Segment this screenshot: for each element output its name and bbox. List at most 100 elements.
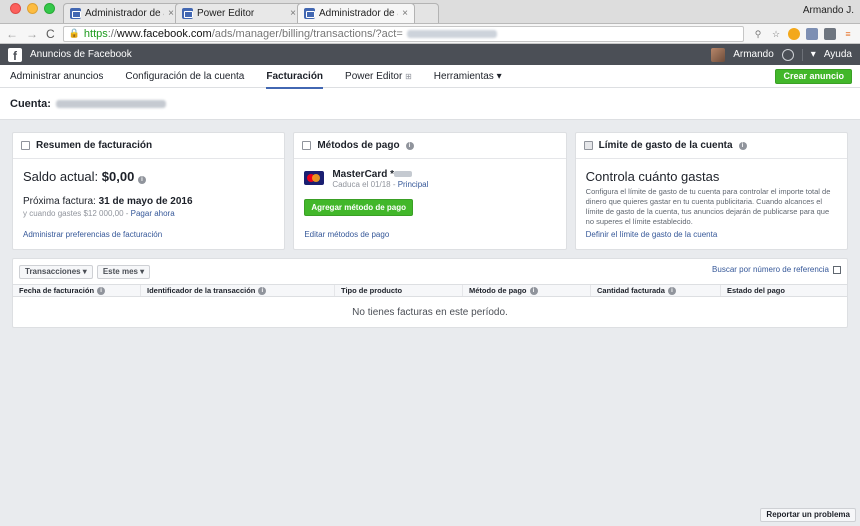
- card-title: Límite de gasto de la cuenta: [598, 140, 733, 151]
- nav-manage-ads[interactable]: Administrar anuncios: [10, 65, 103, 88]
- toolbar-extensions: ⚲ ☆ ≡: [752, 27, 854, 40]
- column-product-type[interactable]: Tipo de producto: [335, 285, 463, 296]
- column-amount-billed[interactable]: Cantidad facturada i: [591, 285, 721, 296]
- reference-search-link[interactable]: Buscar por número de referencia: [712, 265, 829, 274]
- card-expiry: Caduca el 01/18 - Principal: [332, 180, 428, 189]
- card-header: Límite de gasto de la cuenta i: [575, 133, 847, 159]
- browser-tab-1[interactable]: Administrador de anuncios ×: [63, 3, 181, 23]
- set-spend-limit-link[interactable]: Definir el límite de gasto de la cuenta: [586, 230, 718, 239]
- column-payment-status[interactable]: Estado del pago: [721, 285, 847, 296]
- globe-icon[interactable]: [781, 48, 794, 61]
- nav-power-editor-label: Power Editor: [345, 70, 403, 82]
- reference-search[interactable]: Buscar por número de referencia: [712, 265, 841, 274]
- account-label: Cuenta:: [10, 97, 51, 110]
- info-icon[interactable]: i: [738, 141, 747, 150]
- account-name-redacted[interactable]: [55, 99, 166, 108]
- expiry-text: Caduca el 01/18 -: [332, 180, 398, 189]
- card-title: Métodos de pago: [317, 140, 400, 151]
- back-arrow-icon[interactable]: ←: [6, 28, 18, 40]
- ads-subnav: Administrar anuncios Configuración de la…: [0, 65, 860, 89]
- info-icon[interactable]: i: [97, 286, 106, 295]
- balance-label: Saldo actual:: [23, 169, 99, 184]
- info-icon[interactable]: i: [529, 286, 538, 295]
- extension-code-icon[interactable]: [806, 27, 818, 40]
- spend-limit-card: Límite de gasto de la cuenta i Controla …: [574, 132, 848, 250]
- menu-icon[interactable]: ≡: [842, 28, 854, 40]
- card-header: Métodos de pago i: [294, 133, 566, 159]
- period-dropdown[interactable]: Este mes ▾: [96, 264, 151, 279]
- column-payment-method[interactable]: Método de pago i: [463, 285, 591, 296]
- dropdown-arrow-icon[interactable]: ▾: [811, 49, 816, 60]
- info-icon[interactable]: i: [137, 176, 146, 184]
- payment-method-row: MasterCard * Caduca el 01/18 - Principal: [304, 169, 555, 189]
- billing-cards: Resumen de facturación Saldo actual: $0,…: [0, 132, 860, 250]
- user-name[interactable]: Armando: [733, 49, 774, 60]
- ads-manager-favicon-icon: [304, 8, 315, 19]
- payment-methods-card: Métodos de pago i MasterCard * Caduca el…: [293, 132, 567, 250]
- help-link[interactable]: Ayuda: [824, 49, 852, 60]
- info-icon[interactable]: i: [667, 286, 676, 295]
- threshold-note: y cuando gastes $12 000,00 - Pagar ahora: [23, 209, 274, 218]
- spend-limit-icon: [583, 141, 593, 150]
- close-window-button[interactable]: [10, 2, 21, 14]
- mastercard-icon: [304, 171, 325, 185]
- address-bar[interactable]: 🔒 https://www.facebook.com/ads/manager/b…: [62, 25, 744, 42]
- power-editor-favicon-icon: [182, 8, 193, 19]
- threshold-text: y cuando gastes $12 000,00 -: [23, 209, 131, 218]
- create-ad-button[interactable]: Crear anuncio: [775, 69, 852, 84]
- column-transaction-id[interactable]: Identificador de la transacción i: [141, 285, 335, 296]
- card-body: Controla cuánto gastas Configura el lími…: [576, 159, 847, 238]
- current-balance: Saldo actual: $0,00 i: [23, 169, 274, 184]
- next-bill-label: Próxima factura:: [23, 196, 96, 207]
- reload-icon[interactable]: C: [46, 28, 55, 40]
- info-icon[interactable]: i: [258, 286, 267, 295]
- lock-icon: 🔒: [68, 28, 80, 38]
- edit-payment-methods-link[interactable]: Editar métodos de pago: [304, 230, 389, 239]
- browser-tab-3-active[interactable]: Administrador de anuncios ×: [297, 3, 415, 23]
- add-payment-method-button[interactable]: Agregar método de pago: [304, 199, 414, 216]
- card-header: Resumen de facturación: [13, 133, 285, 159]
- top-bar-right: Armando ▾ Ayuda: [711, 47, 852, 62]
- browser-tabstrip: Administrador de anuncios × Power Editor…: [0, 0, 860, 24]
- zoom-icon[interactable]: ⚲: [752, 28, 764, 40]
- payment-method-name: MasterCard *: [332, 169, 428, 180]
- maximize-window-button[interactable]: [44, 2, 55, 14]
- balance-value: $0,00: [101, 169, 135, 184]
- avatar[interactable]: [711, 47, 726, 62]
- tab-close-icon[interactable]: ×: [290, 8, 296, 19]
- info-icon[interactable]: i: [405, 141, 414, 150]
- tab-close-icon[interactable]: ×: [402, 8, 408, 19]
- transactions-table-header: Fecha de facturación i Identificador de l…: [13, 284, 847, 297]
- billing-preferences-link[interactable]: Administrar preferencias de facturación: [23, 230, 162, 239]
- facebook-logo-icon[interactable]: f: [8, 47, 22, 63]
- nav-power-editor[interactable]: Power Editor ⊞: [345, 65, 412, 88]
- nav-tools[interactable]: Herramientas ▾: [434, 65, 502, 88]
- transaction-type-dropdown[interactable]: Transacciones ▾: [19, 264, 93, 279]
- tab-close-icon[interactable]: ×: [168, 8, 174, 19]
- pay-now-link[interactable]: Pagar ahora: [131, 209, 175, 218]
- extension-cookie-icon[interactable]: [788, 27, 800, 40]
- browser-profile-name[interactable]: Armando J.: [803, 5, 854, 16]
- report-problem-button[interactable]: Reportar un problema: [760, 508, 856, 522]
- tab-title: Administrador de anuncios: [85, 8, 164, 19]
- column-label: Tipo de producto: [341, 285, 403, 295]
- nav-billing[interactable]: Facturación: [266, 65, 323, 89]
- window-controls: [0, 2, 63, 21]
- transactions-panel: Transacciones ▾ Este mes ▾ Buscar por nú…: [12, 258, 848, 328]
- url-path: /ads/manager/billing/transactions/?act=: [211, 27, 403, 40]
- column-billing-date[interactable]: Fecha de facturación i: [13, 285, 141, 296]
- card-title: Resumen de facturación: [36, 140, 153, 151]
- browser-tab-2[interactable]: Power Editor ×: [175, 3, 303, 23]
- nav-account-settings[interactable]: Configuración de la cuenta: [125, 65, 244, 88]
- export-icon[interactable]: [833, 265, 841, 274]
- principal-badge: Principal: [397, 180, 429, 189]
- extension-shield-icon[interactable]: [824, 27, 836, 40]
- forward-arrow-icon[interactable]: →: [26, 28, 38, 40]
- minimize-window-button[interactable]: [27, 2, 38, 14]
- divider: [801, 48, 803, 61]
- next-bill-date: 31 de mayo de 2016: [98, 196, 193, 207]
- app-name[interactable]: Anuncios de Facebook: [30, 49, 711, 60]
- star-icon[interactable]: ☆: [770, 28, 782, 40]
- card-payment-icon: [302, 141, 312, 150]
- url-scheme: https: [83, 27, 108, 40]
